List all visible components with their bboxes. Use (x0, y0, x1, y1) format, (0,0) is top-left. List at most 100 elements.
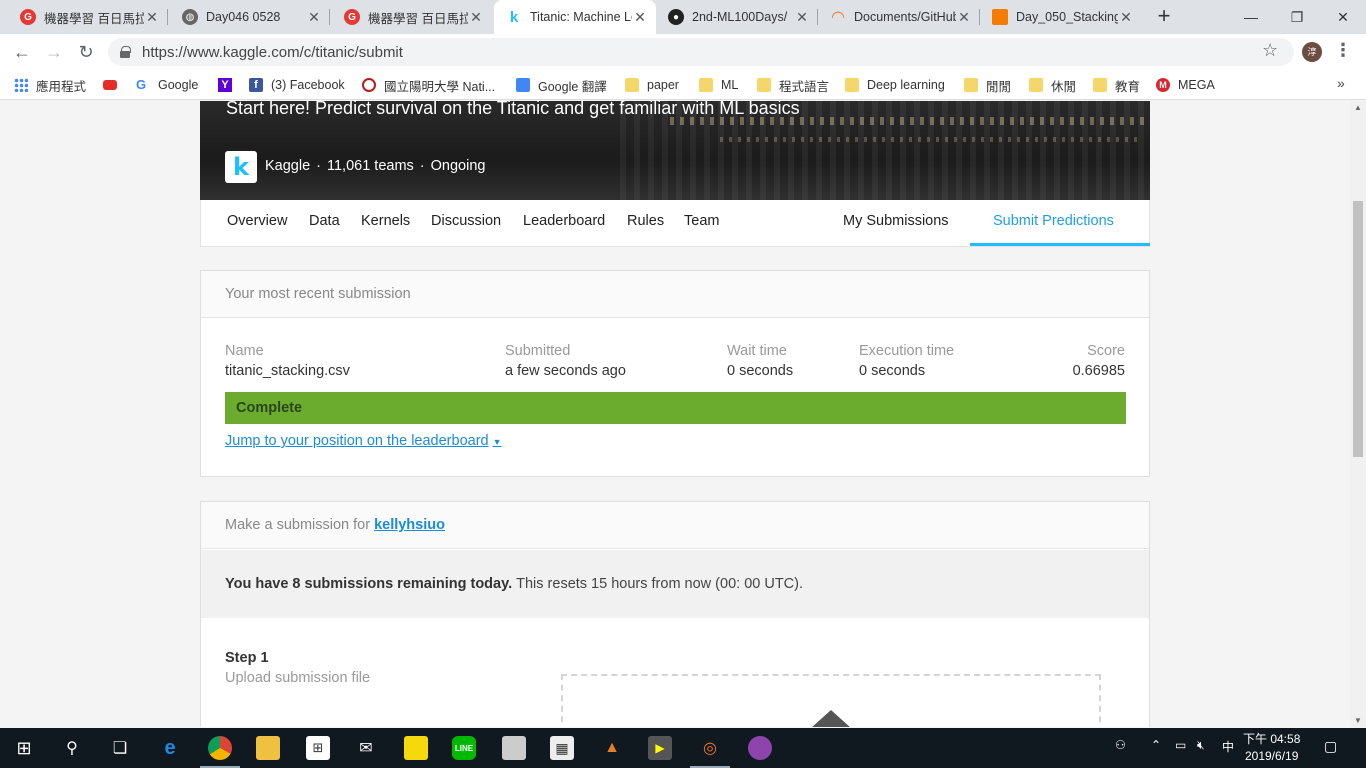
browser-tab-active[interactable]: k Titanic: Machine Learning ✕ (494, 0, 656, 34)
browser-tab[interactable]: ◍ Day046 0528 ✕ (170, 0, 330, 34)
bookmark-google[interactable]: G Google (136, 76, 198, 94)
windows-taskbar: ⊞ ⚲ ❏ e ⊞ ✉ LINE ▦ ▲ ▶ ◎ ⚇ ⌃ ▭ 🔇︎ 中 下午 0… (0, 728, 1366, 768)
browser-tab[interactable]: Day_050_Stacking ✕ (980, 0, 1142, 34)
search-icon[interactable]: ⚲ (60, 736, 84, 760)
tab-my-submissions[interactable]: My Submissions (843, 213, 949, 229)
chrome-icon[interactable] (200, 736, 240, 768)
clock-time: 下午 04:58 (1243, 732, 1301, 746)
clock-date: 2019/6/19 (1244, 749, 1299, 763)
scroll-down-icon[interactable]: ▼ (1354, 716, 1362, 725)
close-window-icon[interactable]: ✕ (1320, 0, 1366, 34)
bookmark-mega[interactable]: M MEGA (1156, 76, 1215, 94)
tab-team[interactable]: Team (684, 213, 719, 229)
line-icon[interactable]: LINE (452, 736, 476, 760)
submission-filename: titanic_stacking.csv (225, 363, 350, 379)
restore-icon[interactable]: ❐ (1274, 0, 1320, 34)
jupyter-icon[interactable]: ◎ (690, 736, 730, 768)
tab-data[interactable]: Data (309, 213, 340, 229)
bookmark-folder-leisure1[interactable]: 閒閒 (964, 76, 1011, 94)
mail-icon[interactable]: ✉ (354, 736, 378, 760)
cupoy-icon: G (344, 9, 360, 25)
file-explorer-icon[interactable] (256, 736, 280, 760)
browser-tab[interactable]: G 機器學習 百日馬拉松 ✕ (8, 0, 168, 34)
tab-kernels[interactable]: Kernels (361, 213, 410, 229)
forward-arrow-icon[interactable]: → (42, 40, 66, 64)
page-scrollbar[interactable]: ▲ ▼ (1350, 101, 1366, 727)
bookmark-apps[interactable]: 應用程式 (14, 76, 86, 94)
browser-tab[interactable]: ◠ Documents/GitHub ✕ (818, 0, 980, 34)
bookmark-folder-programming[interactable]: 程式語言 (757, 76, 829, 94)
profile-avatar[interactable]: 淳 (1302, 42, 1322, 62)
reload-icon[interactable]: ↻ (74, 40, 98, 64)
jump-to-leaderboard-link[interactable]: Jump to your position on the leaderboard… (225, 433, 502, 449)
back-arrow-icon[interactable]: ← (10, 40, 34, 64)
battery-icon[interactable]: ▭ (1175, 738, 1186, 752)
close-icon[interactable]: ✕ (794, 9, 810, 26)
volume-icon[interactable]: 🔇︎ (1197, 738, 1205, 753)
close-icon[interactable]: ✕ (632, 9, 648, 26)
scroll-thumb[interactable] (1353, 201, 1363, 457)
bookmark-youtube[interactable] (103, 76, 125, 94)
sticky-notes-icon[interactable] (404, 736, 428, 760)
folder-icon (625, 78, 639, 92)
close-icon[interactable]: ✕ (144, 9, 160, 26)
globe-icon: ◍ (182, 9, 198, 25)
close-icon[interactable]: ✕ (468, 9, 484, 26)
tab-rules[interactable]: Rules (627, 213, 664, 229)
bookmark-ymu[interactable]: 國立陽明大學 Nati... (362, 76, 495, 94)
bookmark-yahoo[interactable]: Y (218, 76, 240, 94)
store-icon[interactable]: ⊞ (306, 736, 330, 760)
minimize-icon[interactable]: — (1228, 0, 1274, 34)
people-icon[interactable]: ⚇ (1115, 738, 1126, 752)
tab-submit-predictions[interactable]: Submit Predictions (993, 213, 1114, 229)
task-view-icon[interactable]: ❏ (108, 736, 132, 760)
browser-menu-icon[interactable]: ⋮ (1334, 40, 1352, 61)
matlab-icon[interactable]: ▲ (600, 736, 624, 760)
folder-icon (964, 78, 978, 92)
media-player-icon[interactable]: ▶ (648, 736, 672, 760)
app-icon[interactable] (502, 736, 526, 760)
clock[interactable]: 下午 04:58 2019/6/19 (1243, 731, 1300, 765)
tab-leaderboard[interactable]: Leaderboard (523, 213, 605, 229)
folder-icon (757, 78, 771, 92)
ime-indicator[interactable]: 中 (1222, 738, 1234, 755)
close-icon[interactable]: ✕ (956, 9, 972, 26)
tab-overview[interactable]: Overview (227, 213, 287, 229)
browser-tab[interactable]: ● 2nd-ML100Days/ ✕ (656, 0, 818, 34)
edge-icon[interactable]: e (158, 736, 182, 760)
cupoy-icon: G (20, 9, 36, 25)
close-icon[interactable]: ✕ (1118, 9, 1134, 26)
username-link[interactable]: kellyhsiuo (374, 517, 445, 533)
bookmark-folder-deep-learning[interactable]: Deep learning (845, 76, 945, 94)
bookmark-folder-education[interactable]: 教育 (1093, 76, 1140, 94)
windows-start-icon[interactable]: ⊞ (12, 736, 36, 760)
bookmark-folder-paper[interactable]: paper (625, 76, 679, 94)
bookmark-folder-leisure2[interactable]: 休閒 (1029, 76, 1076, 94)
ymu-icon (362, 78, 376, 92)
tab-discussion[interactable]: Discussion (431, 213, 501, 229)
bookmark-star-icon[interactable]: ☆ (1262, 40, 1278, 61)
new-tab-button[interactable]: + (1152, 5, 1176, 29)
jupyter-icon: ◠ (831, 9, 845, 26)
upload-icon (811, 710, 851, 727)
scroll-up-icon[interactable]: ▲ (1354, 103, 1362, 112)
url-text: https://www.kaggle.com/c/titanic/submit (142, 43, 403, 61)
submission-wait-time: 0 seconds (727, 363, 794, 379)
bookmark-folder-ml[interactable]: ML (699, 76, 738, 94)
team-count: 11,061 teams (327, 158, 414, 174)
kaggle-icon: k (509, 8, 519, 26)
chevron-up-icon[interactable]: ⌃ (1151, 738, 1161, 752)
bookmark-translate[interactable]: Google 翻譯 (516, 76, 607, 94)
app-cat-icon[interactable] (748, 736, 772, 760)
step-subtitle: Upload submission file (225, 670, 371, 686)
kaggle-logo-icon: k (225, 151, 257, 183)
bookmark-facebook[interactable]: f (3) Facebook (249, 76, 345, 94)
address-bar[interactable]: https://www.kaggle.com/c/titanic/submit (108, 38, 1294, 66)
col-name: Name (225, 343, 264, 359)
calculator-icon[interactable]: ▦ (550, 736, 574, 760)
close-icon[interactable]: ✕ (306, 9, 322, 26)
more-bookmarks-icon[interactable]: » (1337, 75, 1345, 91)
notifications-icon[interactable]: ▢ (1324, 738, 1337, 755)
make-submission-card: Make a submission for kellyhsiuo You hav… (200, 501, 1150, 727)
browser-tab[interactable]: G 機器學習 百日馬拉松 ✕ (332, 0, 492, 34)
